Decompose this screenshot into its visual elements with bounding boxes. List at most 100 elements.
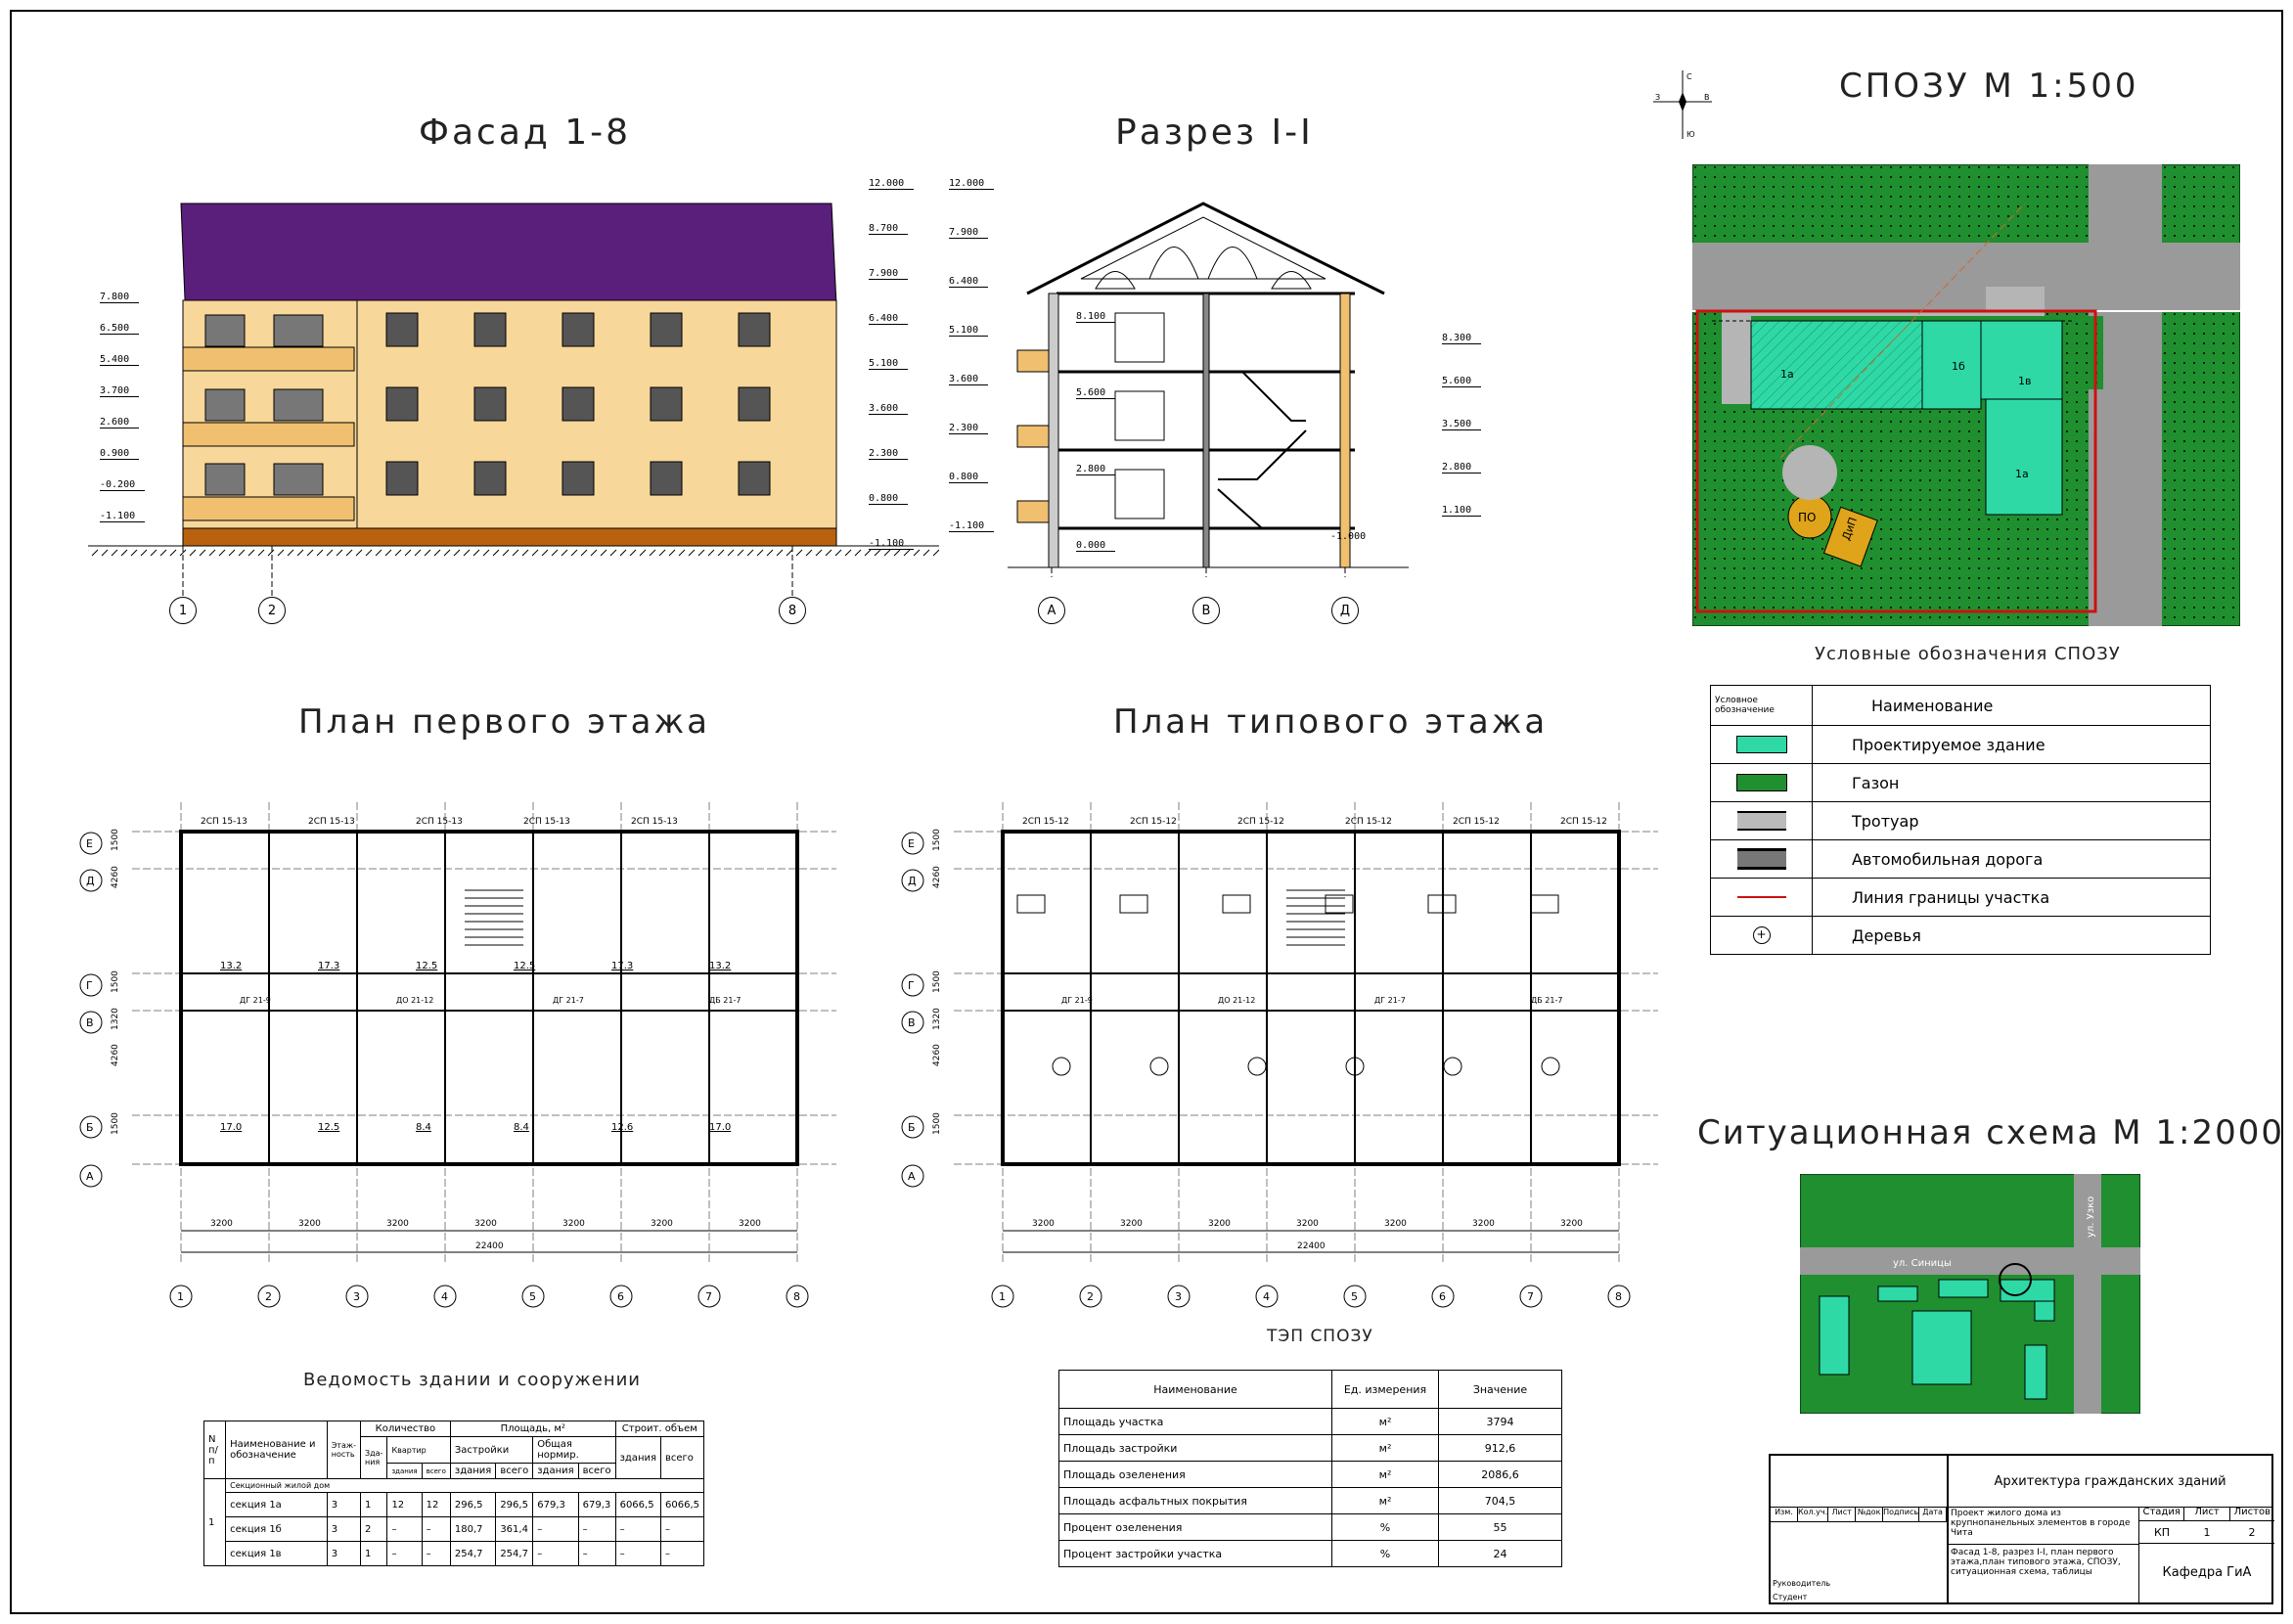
legend-item-name: Проектируемое здание [1812,725,2211,764]
tep-cell: Процент застройки участка [1058,1540,1332,1567]
stamp-col: Изм. [1771,1508,1798,1521]
axis-label: 7 [1527,1290,1534,1303]
room-area: 8.4 [416,1122,431,1133]
tree-icon: + [1710,916,1813,955]
level-mark: -0.200 [100,479,146,491]
svg-text:1а: 1а [1780,368,1794,381]
stamp-contents: Фасад 1-8, разрез I-I, план первого этаж… [1951,1548,2121,1577]
tep-cell: % [1331,1540,1439,1567]
axis-label: 2 [1087,1290,1094,1303]
dim-label: 3200 [298,1219,321,1229]
dim-label: 4260 [111,866,120,888]
window [738,461,771,496]
legend-title: Условные обозначения СПОЗУ [1815,644,2121,664]
window [738,312,771,347]
bt-cell: – [532,1516,579,1542]
dim-label: 1500 [932,1112,942,1135]
svg-text:З: З [1655,93,1660,102]
dim-label: 1500 [932,970,942,993]
level-mark: 6.500 [100,323,140,335]
bt-group-row: 1 Секционный жилой дом [202,1478,704,1566]
room-area: 17.0 [709,1122,731,1133]
room-area: 12.5 [416,961,437,971]
door-label: ДГ 21-7 [553,996,584,1005]
level-mark: 5.600 [1442,376,1482,387]
section-title: Разрез I-I [1115,113,1314,153]
legend-item-name: Газон [1812,763,2211,802]
bt-cell: 1 [359,1541,388,1566]
facade-title: Фасад 1-8 [419,113,632,153]
plan-first-title: План первого этажа [298,702,710,742]
axis-label: 5 [529,1290,536,1303]
plan-typical-floor: 1 2 3 4 5 6 7 8 Е Д Г В Б А 1500 4260 1500 1320 4260 1500 2С… [901,802,1658,1308]
dim-label: 3200 [562,1219,585,1229]
window [738,386,771,422]
dim-label: 1500 [111,1112,120,1135]
window [273,314,324,347]
bt-cell: – [386,1541,423,1566]
dim-label: 3200 [1560,1219,1583,1229]
window [473,461,507,496]
axis-label: Б [86,1121,94,1134]
dim-label: 3200 [1384,1219,1407,1229]
level-mark: 5.100 [869,358,909,370]
stamp-right: Стадия Лист Листов КП 1 2 Кафедра ГиА [2138,1507,2274,1604]
stamp-col: Лист [1828,1508,1857,1521]
axis-label: В [86,1016,94,1029]
dim-total: 22400 [475,1241,504,1251]
level-mark: 3.600 [869,403,909,415]
bt-cell: – [614,1541,662,1566]
dim-label: 3200 [386,1219,409,1229]
level-mark: 12.000 [949,178,995,190]
bt-h-build-area: Застройки [449,1436,534,1464]
bt-h-count: Количество [359,1421,451,1437]
bt-h-n: N п/п [202,1421,227,1479]
stamp-project: Проект жилого дома из крупнопанельных эл… [1951,1509,2131,1538]
legend-row: Линия границы участка [1710,878,2211,917]
window [385,312,419,347]
axis-label: 4 [441,1290,448,1303]
tep-row: Процент застройки участка% 24 [1058,1540,1562,1567]
level-mark: 2.300 [949,423,989,434]
legend-col1: Условное обозначение [1710,685,1813,726]
plan-typical-title: План типового этажа [1113,702,1549,742]
level-mark: 0.000 [1076,540,1116,552]
window [385,461,419,496]
balcony [182,422,355,447]
bt-cell: – [577,1541,616,1566]
axis-label: Д [908,875,917,887]
level-mark: -1.100 [869,538,915,550]
stamp-grid: Изм. Кол.уч. Лист №док Подпись Дата Руководит… [1771,1456,1949,1604]
spozu-site-plan: 1а 1б 1в 1а ПО ДиП [1692,164,2240,626]
legend-row: Автомобильная дорога [1710,839,2211,879]
window [273,463,324,496]
axis-label: 3 [353,1290,360,1303]
tep-row: Площадь застройки м² 912,6 [1058,1434,1562,1462]
bt-h-vol-1: здания [614,1436,662,1479]
facade-drawing [88,203,939,597]
axis-label: 3 [1175,1290,1182,1303]
lawn-icon [1710,763,1813,802]
furniture [1119,894,1148,914]
legend-row: Газон [1710,763,2211,802]
level-mark: 3.700 [100,385,140,397]
tep-row: Площадь озеленения м² 2086,6 [1058,1461,1562,1488]
svg-text:1в: 1в [2018,375,2031,387]
tep-h-unit: Ед. измерения [1331,1370,1439,1409]
axis-marker: 8 [779,597,806,624]
bt-h-bld: Зда-ния [359,1436,388,1479]
axis-label: 1 [999,1290,1006,1303]
stamp-dept: Кафедра ГиА [2162,1565,2252,1580]
dim-label: 1320 [111,1008,120,1030]
stamp-stage-h: Стадия [2139,1507,2185,1520]
road-icon [1710,839,1813,879]
axis-label: А [86,1170,94,1183]
dim-label: 3200 [739,1219,761,1229]
axis-label: 1 [177,1290,184,1303]
window-label: 2СП 15-12 [1560,817,1607,827]
bt-cell: 2 [359,1516,388,1542]
level-mark: 7.900 [869,268,909,280]
tep-title: ТЭП СПОЗУ [1267,1327,1373,1346]
bt-cell: 1 [359,1492,388,1517]
axis-label: 8 [793,1290,800,1303]
